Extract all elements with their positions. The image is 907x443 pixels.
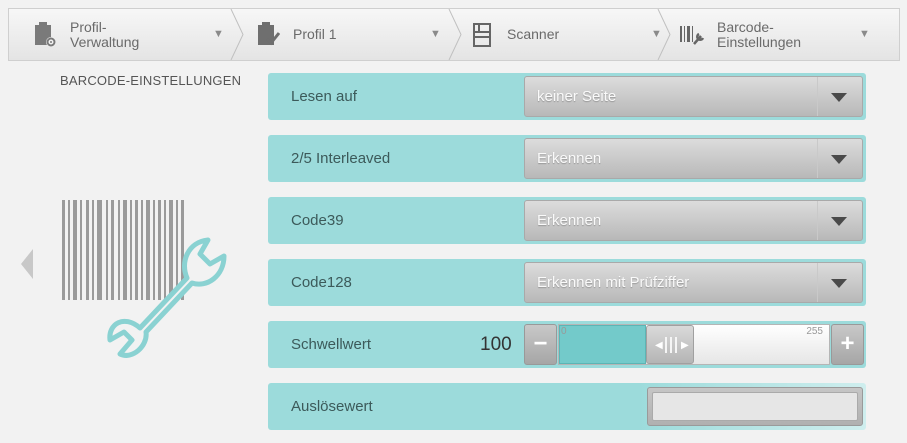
grip-line	[665, 337, 667, 353]
breadcrumb-profile[interactable]: Profil 1 ▼	[255, 9, 455, 60]
breadcrumb-label: Barcode- Einstellungen	[717, 18, 802, 50]
chevron-down-icon[interactable]	[831, 279, 847, 288]
scanner-icon	[469, 20, 495, 50]
select-divider	[817, 201, 818, 240]
slider-max-label: 255	[806, 326, 823, 337]
threshold-slider[interactable]: 0 255 ◀ ▶	[558, 324, 830, 365]
barcode-settings-icon	[679, 20, 705, 50]
setting-label: Lesen auf	[291, 88, 357, 105]
breadcrumb-scanner[interactable]: Scanner ▼	[469, 9, 674, 60]
chevron-down-icon[interactable]	[831, 155, 847, 164]
breadcrumb-profile-management[interactable]: Profil- Verwaltung ▼	[32, 9, 242, 60]
setting-row-threshold: Schwellwert 100 − 0 255 ◀ ▶ +	[268, 321, 866, 368]
chevron-down-icon[interactable]	[831, 93, 847, 102]
slider-fill	[559, 325, 646, 364]
setting-row-trigger-value: Auslösewert	[268, 383, 866, 430]
select-value: Erkennen	[537, 212, 602, 229]
breadcrumb-barcode-settings[interactable]: Barcode- Einstellungen ▼	[679, 9, 879, 60]
setting-label: Auslösewert	[291, 398, 373, 415]
setting-row-code128: Code128 Erkennen mit Prüfziffer	[268, 259, 866, 306]
code128-select[interactable]: Erkennen mit Prüfziffer	[524, 262, 863, 303]
trigger-value-field-frame	[647, 387, 863, 426]
slider-thumb[interactable]: ◀ ▶	[646, 325, 694, 364]
setting-row-interleaved-2of5: 2/5 Interleaved Erkennen	[268, 135, 866, 182]
select-divider	[817, 77, 818, 116]
select-value: Erkennen	[537, 150, 602, 167]
chevron-down-icon[interactable]: ▼	[859, 28, 870, 40]
chevron-down-icon[interactable]: ▼	[430, 28, 441, 40]
breadcrumb-separator	[230, 9, 244, 60]
code39-select[interactable]: Erkennen	[524, 200, 863, 241]
increment-button[interactable]: +	[831, 324, 864, 365]
threshold-value: 100	[480, 334, 512, 355]
setting-row-code39: Code39 Erkennen	[268, 197, 866, 244]
setting-label: 2/5 Interleaved	[291, 150, 391, 167]
grip-line	[670, 337, 672, 353]
select-divider	[817, 139, 818, 178]
back-arrow-icon[interactable]	[21, 249, 33, 279]
profile-management-icon	[32, 20, 58, 50]
setting-label: Code39	[291, 212, 344, 229]
interleaved-2of5-select[interactable]: Erkennen	[524, 138, 863, 179]
breadcrumb-label: Profil 1	[293, 26, 337, 42]
select-value: keiner Seite	[537, 88, 617, 105]
setting-row-read-on: Lesen auf keiner Seite	[268, 73, 866, 120]
chevron-down-icon[interactable]	[831, 217, 847, 226]
trigger-value-input[interactable]	[652, 392, 858, 421]
breadcrumb-label: Profil- Verwaltung	[70, 18, 140, 50]
setting-label: Schwellwert	[291, 336, 372, 353]
select-divider	[817, 263, 818, 302]
breadcrumb-separator	[657, 9, 671, 60]
slider-min-label: 0	[561, 326, 567, 337]
breadcrumb-label: Scanner	[507, 26, 560, 42]
left-arrow-icon: ◀	[655, 340, 663, 351]
clipboard-check-icon	[255, 20, 281, 50]
section-title: BARCODE-EINSTELLUNGEN	[60, 73, 242, 88]
decrement-button[interactable]: −	[524, 324, 557, 365]
select-value: Erkennen mit Prüfziffer	[537, 274, 690, 291]
chevron-down-icon[interactable]: ▼	[213, 28, 224, 40]
grip-line	[675, 337, 677, 353]
right-arrow-icon: ▶	[681, 340, 689, 351]
setting-label: Code128	[291, 274, 352, 291]
barcode-wrench-icon	[62, 200, 227, 358]
read-on-select[interactable]: keiner Seite	[524, 76, 863, 117]
breadcrumb-separator	[448, 9, 462, 60]
breadcrumb: Profil- Verwaltung ▼ Profil 1 ▼ Scanner …	[8, 8, 900, 61]
